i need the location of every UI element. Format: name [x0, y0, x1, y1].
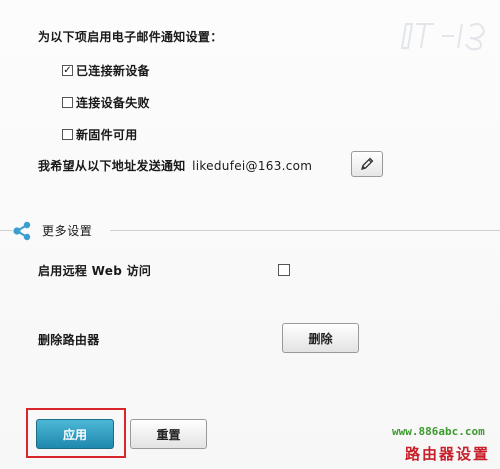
option-new-device[interactable]: ✓ 已连接新设备	[62, 62, 150, 78]
option-firmware-available-label: 新固件可用	[76, 127, 138, 142]
send-from-line: 我希望从以下地址发送通知 likedufei@163.com	[38, 157, 312, 174]
reset-button[interactable]: 重置	[130, 419, 207, 449]
email-address: likedufei@163.com	[192, 159, 313, 173]
watermark-caption: 路由器设置	[405, 445, 491, 463]
option-new-device-label: 已连接新设备	[76, 63, 150, 78]
watermark-url: www.886abc.com	[392, 425, 485, 438]
option-connect-failed[interactable]: 连接设备失败	[62, 94, 150, 110]
email-notification-title: 为以下项启用电子邮件通知设置：	[38, 30, 223, 44]
checkbox-connect-failed[interactable]	[62, 96, 73, 108]
edit-email-button[interactable]	[351, 151, 383, 177]
corner-watermark-logo	[400, 23, 486, 51]
share-icon	[13, 221, 31, 241]
remote-web-access-checkbox[interactable]	[278, 264, 290, 276]
delete-router-button[interactable]: 删除	[282, 323, 359, 353]
option-connect-failed-label: 连接设备失败	[76, 95, 150, 110]
checkbox-firmware-available[interactable]	[62, 128, 73, 140]
more-settings-title: 更多设置	[42, 224, 93, 238]
checkbox-new-device[interactable]: ✓	[62, 64, 73, 76]
apply-button[interactable]: 应用	[36, 419, 114, 449]
section-divider-right	[110, 230, 500, 231]
delete-router-label: 删除路由器	[38, 333, 100, 347]
pencil-icon	[361, 157, 374, 170]
remote-web-access-label: 启用远程 Web 访问	[38, 264, 152, 278]
send-from-label: 我希望从以下地址发送通知	[38, 159, 186, 173]
option-firmware-available[interactable]: 新固件可用	[62, 126, 138, 142]
settings-page: 为以下项启用电子邮件通知设置： ✓ 已连接新设备 连接设备失败 新固件可用 我希…	[0, 0, 500, 469]
